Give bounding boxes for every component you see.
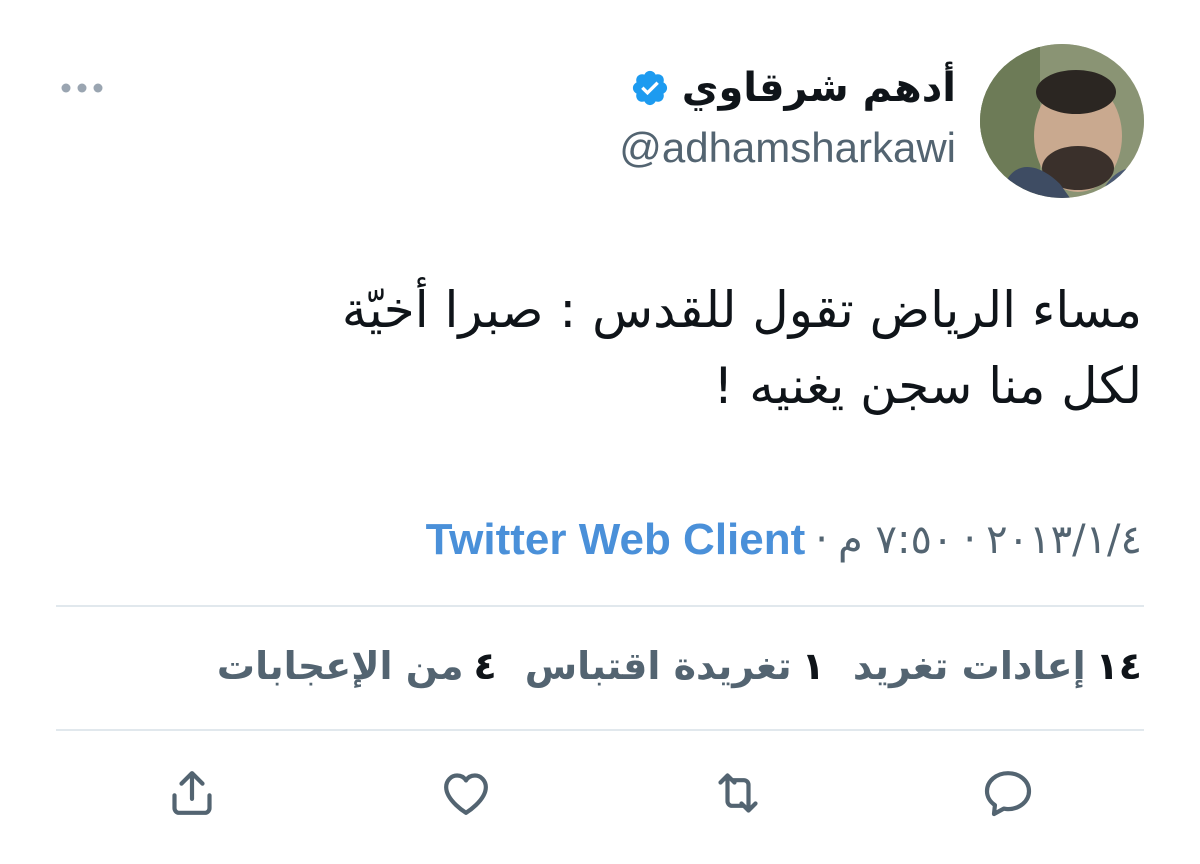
tweet-text-line: لكل منا سجن يغنيه ! — [713, 357, 1142, 415]
divider — [56, 605, 1144, 607]
retweets-count: ١٤ — [1095, 644, 1142, 688]
divider — [56, 729, 1144, 731]
tweet-meta: ٢٠١٣/١/٤ · ٧:٥٠ م · Twitter Web Client — [426, 510, 1142, 570]
tweet-time[interactable]: ٧:٥٠ م — [838, 517, 953, 563]
author-name-row[interactable]: أدهم شرقاوي — [630, 58, 956, 118]
likes-stat[interactable]: ٤ من الإعجابات — [217, 644, 497, 688]
more-horizontal-icon[interactable] — [60, 80, 104, 96]
verified-badge-icon — [632, 70, 667, 106]
avatar[interactable] — [980, 44, 1144, 198]
meta-separator: · — [963, 517, 977, 563]
retweets-label: إعادات تغريد — [852, 644, 1086, 688]
heart-icon[interactable] — [438, 765, 494, 821]
reply-icon[interactable] — [980, 765, 1036, 821]
quotes-stat[interactable]: ١ تغريدة اقتباس — [525, 644, 825, 688]
tweet-source-link[interactable]: Twitter Web Client — [426, 515, 806, 565]
tweet-date[interactable]: ٢٠١٣/١/٤ — [986, 517, 1142, 563]
meta-separator: · — [815, 517, 828, 563]
quotes-count: ١ — [801, 644, 825, 688]
quotes-label: تغريدة اقتباس — [524, 644, 792, 688]
author-display-name[interactable]: أدهم شرقاوي — [682, 65, 956, 111]
likes-count: ٤ — [473, 644, 497, 688]
tweet-text: مساء الرياض تقول للقدس : صبرا أخيّة لكل … — [62, 272, 1142, 424]
author-handle[interactable]: @adhamsharkawi — [619, 124, 956, 172]
share-icon[interactable] — [164, 765, 220, 821]
tweet-text-line: مساء الرياض تقول للقدس : صبرا أخيّة — [341, 281, 1142, 339]
tweet-stats: ١٤ إعادات تغريد ١ تغريدة اقتباس ٤ من الإ… — [217, 636, 1142, 696]
retweet-icon[interactable] — [710, 765, 766, 821]
likes-label: من الإعجابات — [216, 644, 464, 688]
retweets-stat[interactable]: ١٤ إعادات تغريد — [853, 644, 1142, 688]
tweet-actions — [0, 765, 1200, 825]
